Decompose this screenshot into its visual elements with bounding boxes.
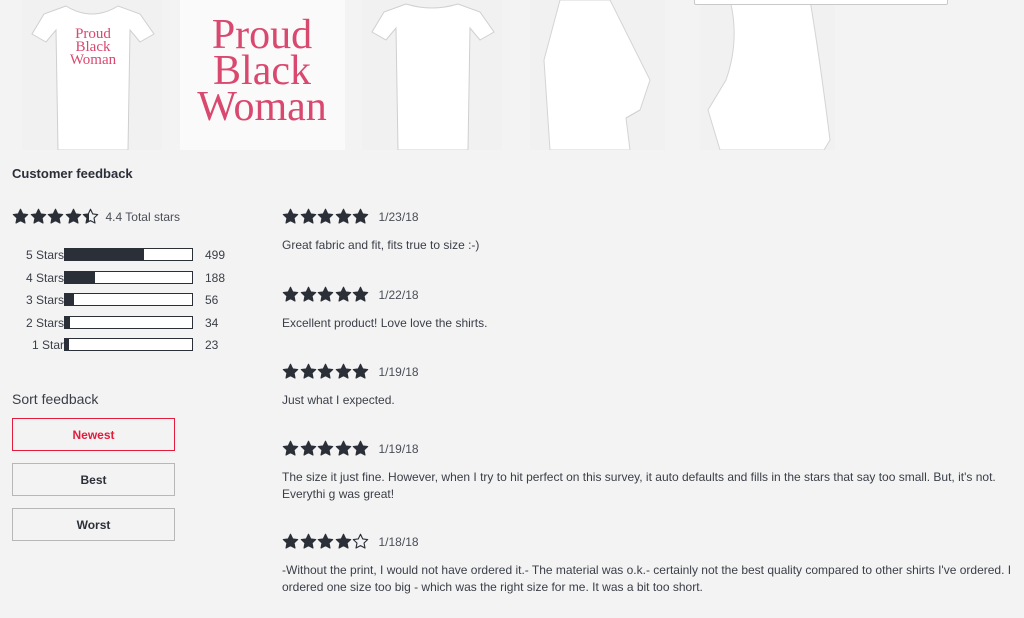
product-image-gallery: Proud Black Woman Proud Black Woman xyxy=(0,0,1024,150)
star-filled-icon xyxy=(352,208,369,224)
distribution-row-4[interactable]: 4 Stars 188 xyxy=(12,269,242,292)
star-filled-icon xyxy=(300,363,316,379)
distribution-bar-fill xyxy=(65,271,96,283)
star-filled-icon xyxy=(300,208,316,224)
thumbnail-print-closeup[interactable]: Proud Black Woman xyxy=(180,0,345,150)
distribution-bar xyxy=(64,270,193,284)
review-rating-stars xyxy=(282,533,370,550)
distribution-label: 5 Stars xyxy=(25,248,64,262)
review-text: The size it just fine. However, when I t… xyxy=(282,470,996,501)
size-select-dropdown[interactable] xyxy=(694,0,948,5)
star-filled-icon xyxy=(12,208,29,224)
star-filled-icon xyxy=(317,533,334,549)
tee-print-line-3: Woman xyxy=(70,52,117,68)
star-filled-icon xyxy=(317,286,334,302)
star-filled-icon xyxy=(65,208,81,224)
star-filled-icon xyxy=(352,363,369,379)
star-filled-icon xyxy=(335,208,351,224)
rating-distribution: 5 Stars 499 4 Stars 188 3 Stars 56 2 Sta… xyxy=(12,246,242,359)
distribution-bar xyxy=(64,293,193,306)
distribution-count: 499 xyxy=(205,248,226,262)
star-filled-icon xyxy=(317,208,334,224)
distribution-bar xyxy=(64,338,193,351)
distribution-count: 34 xyxy=(205,315,219,330)
distribution-count: 188 xyxy=(205,270,226,285)
star-filled-icon xyxy=(335,363,351,379)
review-text: Great fabric and fit, fits true to size … xyxy=(282,238,480,252)
review-text: Excellent product! Love love the shirts. xyxy=(282,316,488,330)
review-text: Just what I expected. xyxy=(282,393,395,407)
star-filled-icon xyxy=(300,440,316,456)
distribution-label: 4 Stars xyxy=(25,270,64,285)
review-item: 1/22/18 Excellent product! Love love the… xyxy=(282,286,487,332)
review-date: 1/23/18 xyxy=(378,209,419,224)
star-half-icon xyxy=(82,208,99,224)
star-filled-icon xyxy=(47,208,64,224)
star-filled-icon xyxy=(352,440,369,456)
review-item: 1/19/18 The size it just fine. However, … xyxy=(282,440,1017,503)
review-rating-stars xyxy=(282,286,370,303)
distribution-count: 23 xyxy=(205,338,219,352)
rating-summary: 4.4 Total stars xyxy=(12,208,180,225)
star-filled-icon xyxy=(282,286,299,302)
review-rating-stars xyxy=(282,440,370,457)
star-filled-icon xyxy=(300,286,316,302)
review-rating-stars xyxy=(282,208,370,225)
distribution-row-5[interactable]: 5 Stars 499 xyxy=(12,246,242,269)
distribution-bar xyxy=(64,248,193,261)
average-rating-stars xyxy=(12,208,100,225)
review-date: 1/19/18 xyxy=(378,364,419,379)
review-date: 1/22/18 xyxy=(378,287,419,302)
sort-worst-button[interactable]: Worst xyxy=(12,508,175,541)
review-text: -Without the print, I would not have ord… xyxy=(282,563,1012,594)
star-filled-icon xyxy=(352,286,369,302)
total-stars-label: 4.4 Total stars xyxy=(105,209,180,224)
sort-best-button[interactable]: Best xyxy=(12,463,175,496)
star-filled-icon xyxy=(282,440,299,456)
star-filled-icon xyxy=(317,363,334,379)
star-filled-icon xyxy=(317,440,334,456)
closeup-print-line-3: Woman xyxy=(197,84,327,130)
thumbnail-side-right[interactable] xyxy=(700,0,835,150)
distribution-bar-fill xyxy=(65,339,69,350)
distribution-bar-fill xyxy=(65,249,144,260)
star-filled-icon xyxy=(282,208,299,224)
review-item: 1/18/18 -Without the print, I would not … xyxy=(282,533,1017,596)
sort-feedback-title: Sort feedback xyxy=(12,391,99,407)
star-filled-icon xyxy=(335,440,351,456)
distribution-bar-fill xyxy=(65,316,71,328)
distribution-label: 2 Stars xyxy=(25,315,64,330)
review-date: 1/18/18 xyxy=(378,534,419,549)
distribution-row-3[interactable]: 3 Stars 56 xyxy=(12,291,242,314)
review-date: 1/19/18 xyxy=(378,441,419,456)
distribution-bar-fill xyxy=(65,294,74,305)
thumbnail-back[interactable] xyxy=(362,0,502,150)
review-rating-stars xyxy=(282,363,370,380)
distribution-label: 3 Stars xyxy=(25,293,64,307)
review-item: 1/19/18 Just what I expected. xyxy=(282,363,419,409)
review-item: 1/23/18 Great fabric and fit, fits true … xyxy=(282,208,479,254)
sort-newest-button[interactable]: Newest xyxy=(12,418,175,451)
star-filled-icon xyxy=(335,286,351,302)
star-filled-icon xyxy=(30,208,46,224)
distribution-row-1[interactable]: 1 Star 23 xyxy=(12,336,242,359)
customer-feedback-title: Customer feedback xyxy=(12,166,133,181)
thumbnail-front[interactable]: Proud Black Woman xyxy=(22,0,162,150)
star-empty-icon xyxy=(352,533,369,549)
thumbnail-side-left[interactable] xyxy=(530,0,665,150)
star-filled-icon xyxy=(282,533,299,549)
star-filled-icon xyxy=(282,363,299,379)
distribution-count: 56 xyxy=(205,293,219,307)
star-filled-icon xyxy=(300,533,316,549)
distribution-bar xyxy=(64,315,193,329)
distribution-label: 1 Star xyxy=(31,338,64,352)
distribution-row-2[interactable]: 2 Stars 34 xyxy=(12,314,242,337)
star-filled-icon xyxy=(335,533,351,549)
